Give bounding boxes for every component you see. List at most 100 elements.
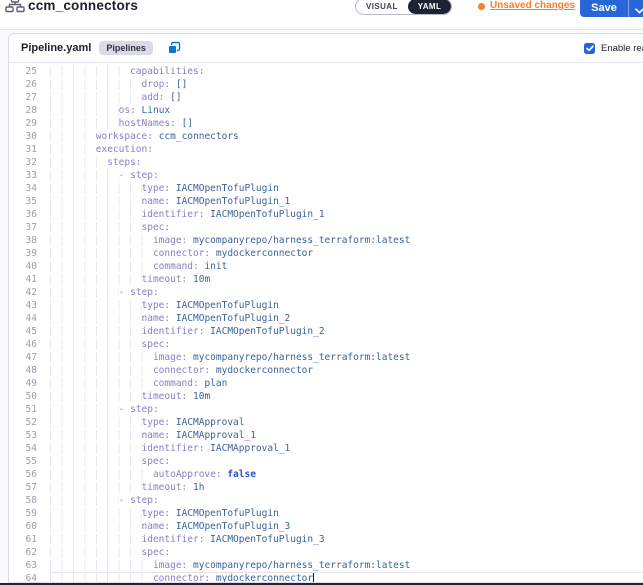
- indent-guides: [50, 131, 96, 142]
- yaml-line[interactable]: 39 connector: mydockerconnector: [9, 247, 643, 260]
- yaml-value: 1h: [187, 482, 204, 493]
- yaml-line[interactable]: 25 capabilities:: [9, 65, 643, 78]
- yaml-toggle-button[interactable]: YAML: [408, 0, 452, 14]
- yaml-dash: -: [119, 170, 130, 181]
- indent-guides: [50, 417, 142, 428]
- indent-guides: [50, 66, 130, 77]
- yaml-line[interactable]: 59 type: IACMOpenTofuPlugin: [9, 507, 643, 520]
- enable-edit-toggle[interactable]: Enable read/: [584, 43, 643, 54]
- line-number: 32: [9, 156, 37, 169]
- yaml-key: step:: [130, 287, 159, 298]
- yaml-line[interactable]: 45 identifier: IACMOpenTofuPlugin_2: [9, 325, 643, 338]
- line-code: image: mycompanyrepo/harness_terraform:l…: [50, 559, 410, 572]
- line-number: 35: [9, 195, 37, 208]
- line-code: spec:: [50, 546, 170, 559]
- yaml-line[interactable]: 29 hostNames: []: [9, 117, 643, 130]
- yaml-line[interactable]: 48 connector: mydockerconnector: [9, 364, 643, 377]
- yaml-line[interactable]: 37 spec:: [9, 221, 643, 234]
- yaml-line[interactable]: 57 timeout: 1h: [9, 481, 643, 494]
- indent-guides: [50, 274, 142, 285]
- line-number: 42: [9, 286, 37, 299]
- yaml-key: step:: [130, 170, 159, 181]
- yaml-line[interactable]: 34 type: IACMOpenTofuPlugin: [9, 182, 643, 195]
- yaml-key: image:: [153, 560, 187, 571]
- indent-guides: [50, 352, 153, 363]
- yaml-line[interactable]: 55 spec:: [9, 455, 643, 468]
- yaml-line[interactable]: 36 identifier: IACMOpenTofuPlugin_1: [9, 208, 643, 221]
- yaml-line[interactable]: 60 name: IACMOpenTofuPlugin_3: [9, 520, 643, 533]
- save-options-button[interactable]: [628, 0, 643, 17]
- yaml-line[interactable]: 58 - step:: [9, 494, 643, 507]
- yaml-line[interactable]: 53 name: IACMApproval_1: [9, 429, 643, 442]
- yaml-line[interactable]: 40 command: init: [9, 260, 643, 273]
- line-number: 64: [9, 572, 37, 582]
- yaml-line[interactable]: 62 spec:: [9, 546, 643, 559]
- yaml-line[interactable]: 56 autoApprove: false: [9, 468, 643, 481]
- yaml-value: []: [170, 79, 187, 90]
- yaml-line[interactable]: 42 - step:: [9, 286, 643, 299]
- yaml-line[interactable]: 28 os: Linux: [9, 104, 643, 117]
- line-number: 48: [9, 364, 37, 377]
- yaml-line[interactable]: 54 identifier: IACMApproval_1: [9, 442, 643, 455]
- yaml-key: connector:: [153, 365, 210, 376]
- yaml-line[interactable]: 46 spec:: [9, 338, 643, 351]
- checkbox-checked-icon[interactable]: [584, 43, 595, 54]
- yaml-line[interactable]: 30 workspace: ccm_connectors: [9, 130, 643, 143]
- yaml-line[interactable]: 43 type: IACMOpenTofuPlugin: [9, 299, 643, 312]
- line-number: 55: [9, 455, 37, 468]
- line-code: connector: mydockerconnector: [50, 247, 313, 260]
- line-code: spec:: [50, 455, 170, 468]
- yaml-line[interactable]: 64 connector: mydockerconnector: [9, 572, 643, 582]
- copy-icon[interactable]: [167, 41, 181, 55]
- yaml-line[interactable]: 44 name: IACMOpenTofuPlugin_2: [9, 312, 643, 325]
- line-code: timeout: 10m: [50, 390, 210, 403]
- yaml-line[interactable]: 47 image: mycompanyrepo/harness_terrafor…: [9, 351, 643, 364]
- yaml-line[interactable]: 52 type: IACMApproval: [9, 416, 643, 429]
- yaml-line[interactable]: 38 image: mycompanyrepo/harness_terrafor…: [9, 234, 643, 247]
- line-number: 25: [9, 65, 37, 78]
- indent-guides: [50, 365, 153, 376]
- yaml-line[interactable]: 35 name: IACMOpenTofuPlugin_1: [9, 195, 643, 208]
- editor-toolbar: Pipeline.yaml Pipelines Enable read/: [9, 34, 643, 63]
- yaml-key: type:: [142, 183, 171, 194]
- indent-guides: [50, 313, 142, 324]
- yaml-line[interactable]: 50 timeout: 10m: [9, 390, 643, 403]
- yaml-line[interactable]: 33 - step:: [9, 169, 643, 182]
- yaml-line[interactable]: 61 identifier: IACMOpenTofuPlugin_3: [9, 533, 643, 546]
- indent-guides: [50, 170, 119, 181]
- yaml-value: init: [199, 261, 228, 272]
- unsaved-changes-link[interactable]: Unsaved changes: [490, 0, 575, 11]
- yaml-value: 10m: [187, 274, 210, 285]
- yaml-value: IACMOpenTofuPlugin_2: [204, 326, 324, 337]
- line-number: 29: [9, 117, 37, 130]
- yaml-code-editor[interactable]: 25 capabilities: 26 drop: [] 27 add: [] …: [9, 63, 643, 582]
- yaml-value: IACMOpenTofuPlugin: [170, 183, 279, 194]
- yaml-line[interactable]: 31 execution:: [9, 143, 643, 156]
- yaml-line[interactable]: 41 timeout: 10m: [9, 273, 643, 286]
- yaml-line[interactable]: 51 - step:: [9, 403, 643, 416]
- line-number: 60: [9, 520, 37, 533]
- yaml-key: identifier:: [142, 326, 205, 337]
- line-code: name: IACMOpenTofuPlugin_3: [50, 520, 290, 533]
- chevron-down-icon: [635, 8, 643, 14]
- text-cursor-caret: [313, 572, 314, 582]
- yaml-line[interactable]: 32 steps:: [9, 156, 643, 169]
- save-button[interactable]: Save: [580, 0, 628, 17]
- line-code: identifier: IACMApproval_1: [50, 442, 290, 455]
- yaml-line[interactable]: 26 drop: []: [9, 78, 643, 91]
- line-number: 34: [9, 182, 37, 195]
- indent-guides: [50, 469, 153, 480]
- yaml-key: autoApprove:: [153, 469, 222, 480]
- yaml-key: spec:: [142, 547, 171, 558]
- yaml-line[interactable]: 27 add: []: [9, 91, 643, 104]
- line-code: - step:: [50, 169, 159, 182]
- yaml-key: step:: [130, 404, 159, 415]
- indent-guides: [50, 404, 119, 415]
- yaml-line[interactable]: 49 command: plan: [9, 377, 643, 390]
- yaml-value: IACMOpenTofuPlugin: [170, 300, 279, 311]
- visual-toggle-button[interactable]: VISUAL: [356, 0, 408, 14]
- yaml-line[interactable]: 63 image: mycompanyrepo/harness_terrafor…: [9, 559, 643, 572]
- line-code: type: IACMOpenTofuPlugin: [50, 182, 279, 195]
- line-number: 40: [9, 260, 37, 273]
- line-number: 44: [9, 312, 37, 325]
